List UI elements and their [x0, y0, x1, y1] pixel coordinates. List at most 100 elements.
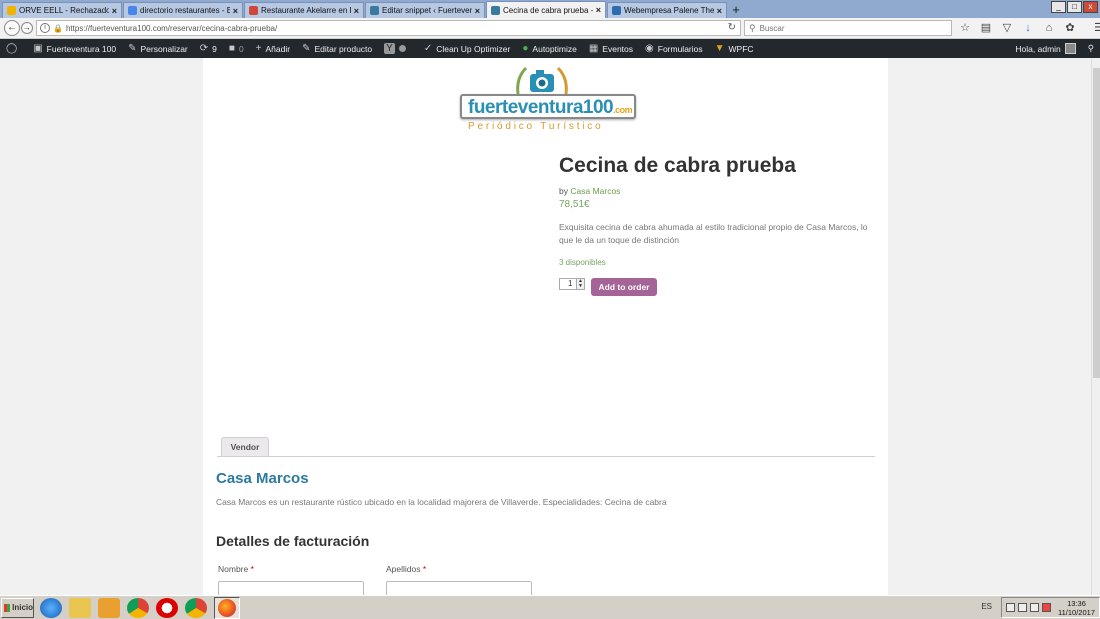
admin-search-button[interactable]: ⚲ [1082, 39, 1100, 58]
logo-subtitle: Periódico Turístico [468, 121, 604, 132]
forms-link[interactable]: ◉ Formularios [639, 39, 709, 58]
yoast-seo-button[interactable]: Y [378, 39, 412, 58]
edit-product-link[interactable]: ✎ Editar producto [296, 39, 378, 58]
updates-icon: ⟳ [199, 43, 209, 54]
address-bar[interactable]: i 🔒 https://fuerteventura100.com/reserva… [36, 20, 741, 36]
admin-bar-account: Hola, admin ⚲ [1009, 39, 1100, 58]
menu-icon[interactable]: ☰ [1090, 20, 1100, 36]
autoptimize-icon: ● [522, 43, 529, 54]
first-name-field[interactable] [218, 581, 364, 595]
folder-icon[interactable] [69, 597, 91, 618]
last-name-field[interactable] [386, 581, 532, 595]
comments-link[interactable]: ■ 0 [223, 39, 250, 58]
back-button[interactable]: ← [4, 20, 20, 36]
comments-count: 0 [238, 43, 244, 54]
monitor-icon[interactable] [1030, 603, 1040, 612]
reload-icon[interactable]: ↻ [728, 22, 736, 33]
url-text[interactable]: https://fuerteventura100.com/reservar/ce… [66, 24, 277, 33]
events-link[interactable]: ▦ Eventos [583, 39, 639, 58]
new-tab-button[interactable]: + [728, 2, 744, 18]
language-indicator[interactable]: ES [981, 602, 992, 611]
quantity-stepper[interactable]: 1 ▲ ▼ [559, 278, 585, 290]
updates-link[interactable]: ⟳ 9 [194, 39, 223, 58]
vendor-link[interactable]: Casa Marcos [570, 186, 620, 196]
add-new-link[interactable]: + Añadir [250, 39, 296, 58]
site-name-link[interactable]: ▣ Fuerteventura 100 [27, 39, 122, 58]
downloads-icon[interactable]: ↓ [1019, 20, 1037, 36]
bookmark-star-icon[interactable]: ☆ [956, 20, 974, 36]
home-icon[interactable]: ⌂ [1040, 20, 1058, 36]
chrome-alt-icon[interactable] [185, 597, 207, 618]
tab-favicon-icon [370, 6, 379, 15]
maximize-button[interactable]: □ [1067, 1, 1082, 13]
tab-title: Webempresa Palene Theme Set [624, 6, 714, 15]
spinner-arrows-icon[interactable]: ▲ ▼ [576, 279, 584, 289]
product-title: Cecina de cabra prueba [559, 154, 796, 177]
info-icon[interactable]: i [40, 23, 50, 33]
add-to-order-button[interactable]: Add to order [591, 278, 657, 296]
page-scrollbar[interactable] [1091, 58, 1100, 595]
autoptimize-link[interactable]: ● Autoptimize [516, 39, 582, 58]
wordpress-logo-button[interactable]: ◯ [0, 39, 27, 58]
brush-icon: ✎ [128, 43, 137, 54]
browser-tab[interactable]: directorio restaurantes - Buscar× [123, 2, 243, 18]
close-tab-icon[interactable]: × [354, 6, 359, 16]
search-input[interactable]: ⚲ Buscar [744, 20, 952, 36]
browser-tab[interactable]: Restaurante Akelarre en Donos× [244, 2, 364, 18]
events-label: Eventos [602, 43, 634, 54]
clock[interactable]: 13:36 11/10/2017 [1058, 599, 1095, 617]
tab-favicon-icon [612, 6, 621, 15]
tab-favicon-icon [249, 6, 258, 15]
close-tab-icon[interactable]: × [233, 6, 238, 16]
close-tab-icon[interactable]: × [112, 6, 117, 16]
pocket-icon[interactable]: ▽ [998, 20, 1016, 36]
my-account-link[interactable]: Hola, admin [1009, 39, 1081, 58]
forward-button[interactable]: → [21, 22, 33, 34]
stock-status: 3 disponibles [559, 258, 606, 267]
browser-tab[interactable]: ORVE EELL - Rechazados × [2, 2, 122, 18]
opera-icon[interactable] [156, 597, 178, 618]
network-icon[interactable] [1018, 603, 1028, 612]
browser-tab[interactable]: Cecina de cabra prueba - Fuerte× [486, 1, 606, 18]
tab-vendor[interactable]: Vendor [221, 437, 269, 457]
system-tray: 13:36 11/10/2017 [1001, 597, 1100, 618]
firefox-task-button[interactable] [214, 596, 240, 619]
security-icon[interactable] [1042, 603, 1052, 612]
dashboard-icon: ▣ [33, 43, 43, 54]
close-tab-icon[interactable]: × [717, 6, 722, 16]
close-tab-icon[interactable]: × [475, 6, 480, 16]
close-tab-icon[interactable]: × [596, 5, 601, 15]
close-window-button[interactable]: x [1083, 1, 1098, 13]
quantity-value[interactable]: 1 [568, 279, 572, 288]
extension-icon[interactable]: ✿ [1061, 20, 1079, 36]
site-logo[interactable]: fuerteventura100.com Periódico Turístico [458, 64, 638, 136]
window-controls: _ □ x [1050, 1, 1098, 13]
tab-favicon-icon [7, 6, 16, 15]
tab-title: Restaurante Akelarre en Donos [261, 6, 351, 15]
customize-link[interactable]: ✎ Personalizar [122, 39, 194, 58]
lock-icon: 🔒 [53, 23, 63, 33]
search-icon: ⚲ [1087, 43, 1094, 53]
browser-tab[interactable]: Editar snippet ‹ Fuerteventura 100× [365, 2, 485, 18]
greeting: Hola, admin [1015, 43, 1061, 54]
comment-icon: ■ [228, 43, 235, 54]
tab-favicon-icon [128, 6, 137, 15]
reading-list-icon[interactable]: ▤ [977, 20, 995, 36]
scrollbar-thumb[interactable] [1093, 68, 1100, 378]
seo-status-dot-icon [398, 45, 406, 52]
browser-tab[interactable]: Webempresa Palene Theme Set× [607, 2, 727, 18]
clean-up-optimizer-link[interactable]: ✓ Clean Up Optimizer [418, 39, 517, 58]
toolbar-icons: ☆ ▤ ▽ ↓ ⌂ ✿ ☰ [956, 20, 1100, 36]
internet-explorer-icon[interactable] [40, 597, 62, 618]
start-button[interactable]: Inicio [1, 597, 34, 618]
chrome-icon[interactable] [127, 597, 149, 618]
media-player-icon[interactable] [98, 597, 120, 618]
wpfc-link[interactable]: ▼ WPFC [709, 39, 760, 58]
tray-arrow-icon[interactable] [1006, 603, 1016, 612]
navigation-bar: ← → i 🔒 https://fuerteventura100.com/res… [0, 18, 1100, 39]
autoptimize-label: Autoptimize [532, 43, 577, 54]
minimize-button[interactable]: _ [1051, 1, 1066, 13]
wpfc-icon: ▼ [714, 43, 725, 54]
add-new-label: Añadir [265, 43, 291, 54]
vendor-heading: Casa Marcos [216, 470, 309, 487]
